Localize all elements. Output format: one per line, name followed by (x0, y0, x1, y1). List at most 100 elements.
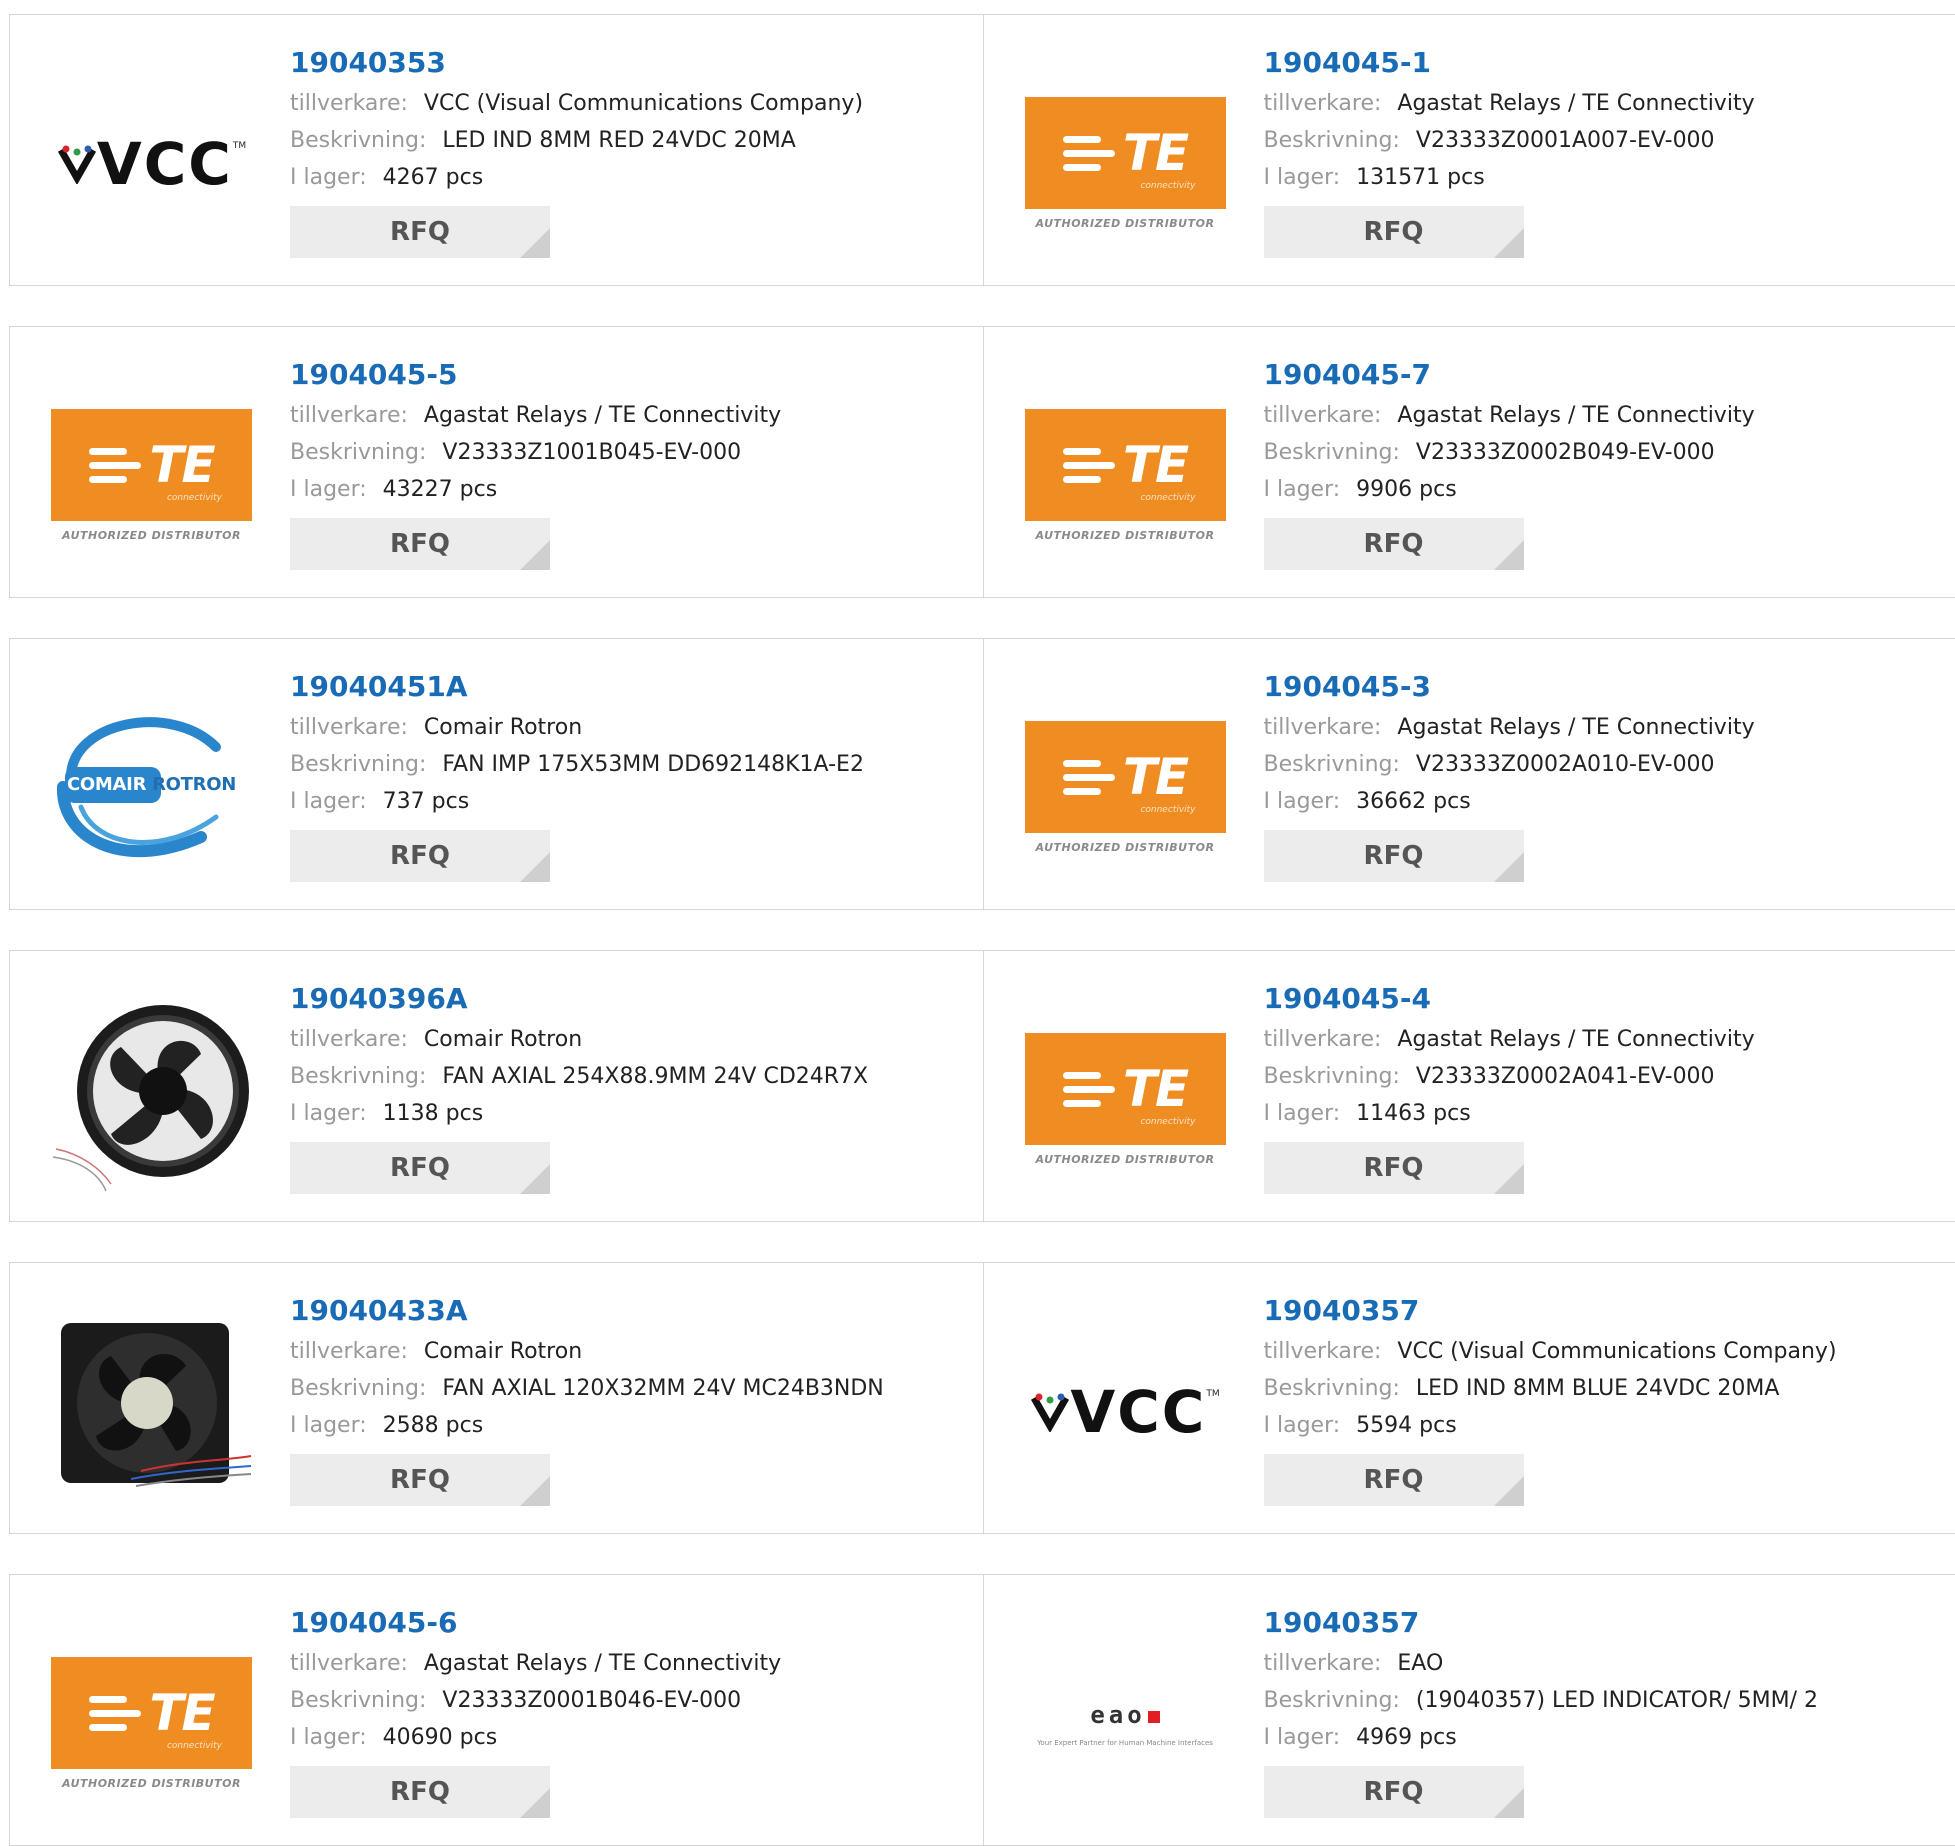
rfq-label: RFQ (1364, 1777, 1424, 1807)
stock-label: I lager: (1264, 477, 1341, 502)
description-label: Beskrivning: (1264, 440, 1400, 465)
manufacturer-logo: COMAIR ROTRON (51, 687, 252, 888)
rfq-button[interactable]: RFQ (290, 830, 550, 882)
product-card: TEconnectivityAUTHORIZED DISTRIBUTOR1904… (983, 639, 1955, 909)
part-number-link[interactable]: 19040353 (290, 45, 983, 81)
manufacturer-value: Comair Rotron (424, 1027, 582, 1052)
rfq-corner-decoration (520, 228, 550, 258)
comair-rotron-text: COMAIR ROTRON (51, 774, 252, 795)
manufacturer-line: tillverkare:Agastat Relays / TE Connecti… (1264, 85, 1955, 122)
manufacturer-logo: TEconnectivityAUTHORIZED DISTRIBUTOR (1025, 999, 1226, 1200)
manufacturer-line: tillverkare:Comair Rotron (290, 1333, 983, 1370)
manufacturer-value: VCC (Visual Communications Company) (424, 91, 863, 116)
description-label: Beskrivning: (1264, 1376, 1400, 1401)
authorized-distributor-label: AUTHORIZED DISTRIBUTOR (1036, 217, 1215, 230)
rfq-button[interactable]: RFQ (1264, 1766, 1524, 1818)
rfq-corner-decoration (1494, 228, 1524, 258)
te-logo-subtext: connectivity (1140, 181, 1195, 191)
stock-value: 1138 pcs (383, 1101, 484, 1126)
rfq-corner-decoration (1494, 852, 1524, 882)
te-logo-box: TE connectivity (1025, 721, 1226, 833)
rfq-button[interactable]: RFQ (1264, 518, 1524, 570)
rfq-button[interactable]: RFQ (290, 1142, 550, 1194)
product-row: TEconnectivityAUTHORIZED DISTRIBUTOR 1904… (9, 326, 1955, 598)
manufacturer-label: tillverkare: (1264, 1339, 1382, 1364)
product-card: TEconnectivityAUTHORIZED DISTRIBUTOR 1904… (983, 327, 1955, 597)
product-row: 19040433Atillverkare:Comair RotronBeskri… (9, 1262, 1955, 1534)
product-info: 1904045-1 tillverkare:Agastat Relays / TE… (1264, 45, 1955, 258)
te-logo-text: TE (149, 1688, 213, 1738)
description-value: V23333Z0002A041-EV-000 (1416, 1064, 1715, 1089)
product-card: TEconnectivityAUTHORIZED DISTRIBUTOR1904… (983, 951, 1955, 1221)
product-card: 19040396Atillverkare:Comair RotronBeskri… (10, 951, 983, 1221)
te-logo-subtext: connectivity (1140, 805, 1195, 815)
te-logo-text: TE (1123, 752, 1187, 802)
rfq-button[interactable]: RFQ (1264, 830, 1524, 882)
rfq-button[interactable]: RFQ (290, 206, 550, 258)
rfq-button[interactable]: RFQ (1264, 1142, 1524, 1194)
part-number-link[interactable]: 1904045-7 (1264, 357, 1955, 393)
description-label: Beskrivning: (290, 128, 426, 153)
rfq-label: RFQ (1364, 1153, 1424, 1183)
product-info: 1904045-4tillverkare:Agastat Relays / TE… (1264, 981, 1955, 1194)
rfq-corner-decoration (520, 540, 550, 570)
stock-line: I lager:2588 pcs (290, 1407, 983, 1444)
manufacturer-value: EAO (1397, 1651, 1443, 1676)
manufacturer-logo: TEconnectivityAUTHORIZED DISTRIBUTOR (51, 1623, 252, 1824)
description-label: Beskrivning: (290, 1376, 426, 1401)
vcc-logo: VCCTM (1030, 1383, 1219, 1441)
te-logo-lines (89, 448, 141, 483)
te-connectivity-logo: TEconnectivityAUTHORIZED DISTRIBUTOR (1025, 409, 1226, 542)
rfq-button[interactable]: RFQ (290, 1766, 550, 1818)
rfq-label: RFQ (390, 217, 450, 247)
manufacturer-value: Comair Rotron (424, 1339, 582, 1364)
rfq-label: RFQ (1364, 529, 1424, 559)
product-card: COMAIR ROTRON 19040451A tillverkare:Comair… (10, 639, 983, 909)
eao-logo-square (1148, 1711, 1160, 1723)
manufacturer-value: Agastat Relays / TE Connectivity (424, 1651, 781, 1676)
stock-line: I lager:40690 pcs (290, 1719, 983, 1756)
description-value: V23333Z0002B049-EV-000 (1416, 440, 1715, 465)
description-label: Beskrivning: (290, 1688, 426, 1713)
description-label: Beskrivning: (1264, 128, 1400, 153)
rfq-button[interactable]: RFQ (1264, 206, 1524, 258)
vcc-logo-text: VCC (1070, 1383, 1206, 1441)
description-value: LED IND 8MM BLUE 24VDC 20MA (1416, 1376, 1780, 1401)
product-card: 19040433A tillverkare:Comair Rotron Beskri… (10, 1263, 983, 1533)
part-number-link[interactable]: 1904045-6 (290, 1605, 983, 1641)
rfq-corner-decoration (520, 1476, 550, 1506)
stock-label: I lager: (1264, 789, 1341, 814)
rfq-button[interactable]: RFQ (290, 1454, 550, 1506)
stock-line: I lager:36662 pcs (1264, 783, 1955, 820)
comair-word: COMAIR (67, 774, 146, 795)
part-number-link[interactable]: 1904045-1 (1264, 45, 1955, 81)
rfq-button[interactable]: RFQ (290, 518, 550, 570)
description-line: Beskrivning:V23333Z1001B045-EV-000 (290, 434, 983, 471)
manufacturer-label: tillverkare: (1264, 1651, 1382, 1676)
te-logo-lines (1063, 448, 1115, 483)
te-connectivity-logo: TEconnectivityAUTHORIZED DISTRIBUTOR (1025, 721, 1226, 854)
stock-label: I lager: (290, 165, 367, 190)
part-number-link[interactable]: 1904045-5 (290, 357, 983, 393)
part-number-link[interactable]: 1904045-3 (1264, 669, 1955, 705)
part-number-link[interactable]: 1904045-4 (1264, 981, 1955, 1017)
stock-label: I lager: (290, 477, 367, 502)
rfq-button[interactable]: RFQ (1264, 1454, 1524, 1506)
part-number-link[interactable]: 19040433A (290, 1293, 983, 1329)
product-card: VCCTM19040353tillverkare:VCC (Visual Com… (10, 15, 983, 285)
manufacturer-label: tillverkare: (290, 403, 408, 428)
stock-value: 40690 pcs (383, 1725, 498, 1750)
stock-value: 11463 pcs (1356, 1101, 1471, 1126)
part-number-link[interactable]: 19040451A (290, 669, 983, 705)
part-number-link[interactable]: 19040396A (290, 981, 983, 1017)
manufacturer-label: tillverkare: (1264, 91, 1382, 116)
description-line: Beskrivning:V23333Z0002A010-EV-000 (1264, 746, 1955, 783)
stock-value: 4267 pcs (383, 165, 484, 190)
te-logo-lines (1063, 760, 1115, 795)
product-info: 1904045-7tillverkare:Agastat Relays / TE… (1264, 357, 1955, 570)
part-number-link[interactable]: 19040357 (1264, 1605, 1955, 1641)
manufacturer-line: tillverkare:Comair Rotron (290, 709, 983, 746)
part-number-link[interactable]: 19040357 (1264, 1293, 1955, 1329)
description-line: Beskrivning:V23333Z0001B046-EV-000 (290, 1682, 983, 1719)
stock-value: 2588 pcs (383, 1413, 484, 1438)
